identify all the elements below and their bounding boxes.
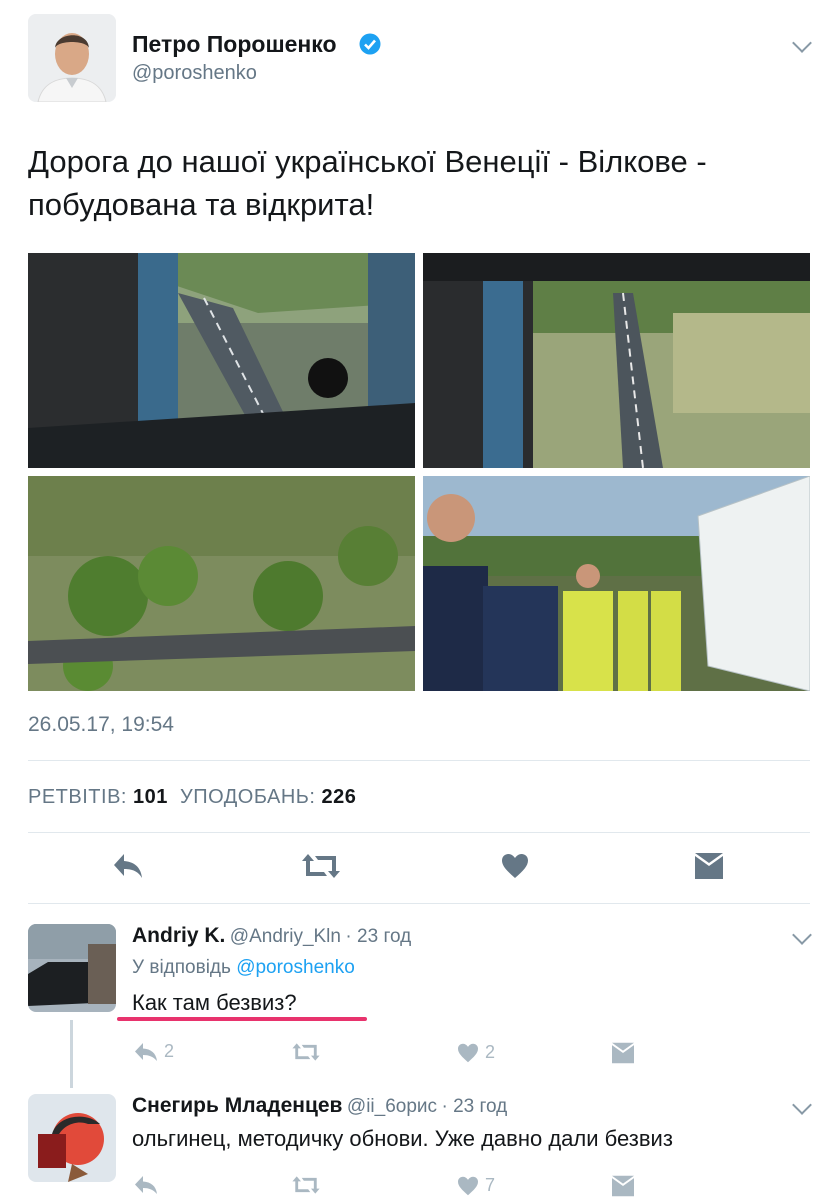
verified-icon [359,33,381,55]
tweet-photo-2[interactable] [423,253,810,468]
highlight-underline [117,1017,367,1021]
reply-text: ольгинец, методичку обнови. Уже давно да… [132,1126,673,1151]
reply-author-handle[interactable]: @Andriy_Kln [230,926,341,947]
tweet-photo-3[interactable] [28,476,415,691]
reply-header: Andriy K. @Andriy_Kln · 23 год [132,924,411,948]
tweet-stats: РЕТВІТІВ: 101 УПОДОБАНЬ: 226 [28,786,356,809]
tweet-text: Дорога до нашої української Венеції - Ві… [28,144,707,222]
direct-message-button[interactable] [611,1042,635,1064]
thread-line [70,1020,73,1088]
like-button[interactable]: 2 [457,1042,495,1063]
reply-to-line: У відповідь @poroshenko [132,957,355,979]
reply-icon[interactable] [112,852,144,885]
reply-button[interactable] [134,1175,158,1195]
reply-text: Как там безвиз? [132,990,297,1015]
author-handle[interactable]: @poroshenko [132,62,257,85]
reply-time: · 23 год [345,926,412,947]
retweet-button[interactable] [291,1042,321,1062]
retweet-button[interactable] [291,1175,321,1195]
chevron-down-icon[interactable] [792,1095,812,1115]
tweet-photo-1[interactable] [28,253,415,468]
reply-author-handle[interactable]: @ii_6орис [347,1096,437,1117]
reply-author-name[interactable]: Andriy K. [132,924,225,947]
chevron-down-icon[interactable] [792,925,812,945]
retweet-icon[interactable] [302,852,340,885]
likes-count[interactable]: 226 [322,786,357,808]
author-avatar[interactable] [28,14,116,102]
reply-to-handle[interactable]: @poroshenko [236,957,355,978]
reply-button[interactable]: 2 [134,1041,174,1062]
reply-avatar[interactable] [28,924,116,1012]
direct-message-icon[interactable] [694,852,724,885]
reply-to-prefix: У відповідь [132,957,231,978]
like-icon[interactable] [501,853,529,884]
like-button[interactable]: 7 [457,1175,495,1196]
author-name[interactable]: Петро Порошенко [132,31,337,58]
like-count: 7 [485,1175,496,1195]
divider [28,903,810,904]
reply-time: · 23 год [441,1096,508,1117]
divider [28,760,810,761]
divider [28,832,810,833]
tweet-timestamp[interactable]: 26.05.17, 19:54 [28,713,174,737]
direct-message-button[interactable] [611,1175,635,1197]
likes-label: УПОДОБАНЬ: [180,786,316,808]
reply-header: Снегирь Младенцев @ii_6орис · 23 год [132,1094,507,1118]
retweets-count[interactable]: 101 [133,786,168,808]
reply-author-name[interactable]: Снегирь Младенцев [132,1094,342,1117]
like-count: 2 [485,1042,496,1062]
reply-avatar[interactable] [28,1094,116,1182]
tweet-photo-4[interactable] [423,476,810,691]
retweets-label: РЕТВІТІВ: [28,786,127,808]
chevron-down-icon[interactable] [792,33,812,53]
reply-count: 2 [164,1041,175,1061]
